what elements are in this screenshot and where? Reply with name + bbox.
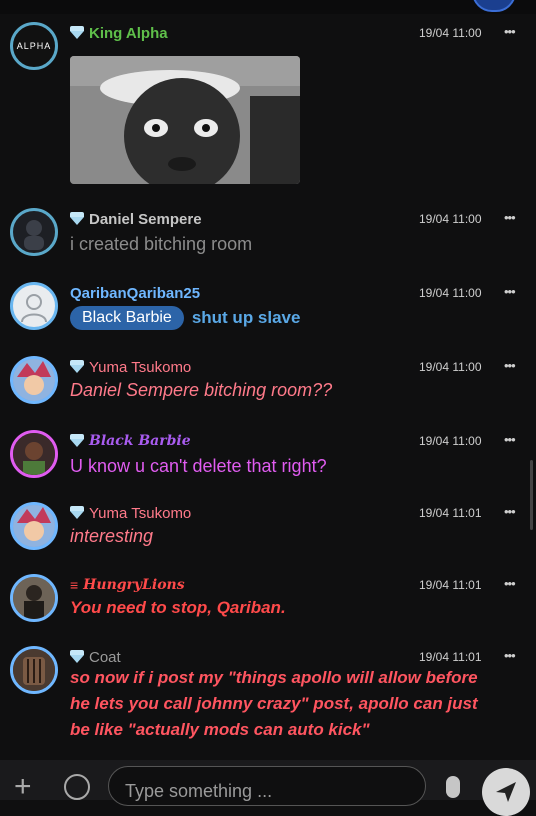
timestamp: 19/04 11:00	[419, 286, 482, 300]
avatar-image	[13, 359, 55, 401]
message-menu-icon[interactable]: •••	[504, 648, 516, 663]
send-button[interactable]	[482, 768, 530, 816]
avatar[interactable]	[10, 574, 58, 622]
message-text-line: so now if i post my "things apollo will …	[70, 668, 478, 687]
avatar[interactable]	[10, 430, 58, 478]
chat-message: ≡ HungryLions 19/04 11:01 ••• You need t…	[0, 574, 520, 634]
scrollbar-thumb[interactable]	[530, 460, 533, 530]
username[interactable]: Daniel Sempere	[89, 211, 202, 228]
image-content	[70, 56, 300, 184]
chat-message: Black Barbie 19/04 11:00 ••• U know u ca…	[0, 430, 520, 490]
timestamp: 19/04 11:00	[419, 212, 482, 226]
chat-message: Yuma Tsukomo 19/04 11:01 ••• interesting	[0, 502, 520, 562]
message-menu-icon[interactable]: •••	[504, 504, 516, 519]
message-menu-icon[interactable]: •••	[504, 24, 516, 39]
top-bar	[0, 0, 536, 14]
username[interactable]: Yuma Tsukomo	[89, 505, 191, 522]
chat-message: Yuma Tsukomo 19/04 11:00 ••• Daniel Semp…	[0, 356, 520, 416]
avatar[interactable]	[10, 646, 58, 694]
message-input[interactable]: Type something ...	[108, 766, 426, 806]
message-text-line: he lets you call johnny crazy" post, apo…	[70, 694, 478, 713]
message-menu-icon[interactable]: •••	[504, 284, 516, 299]
emoji-icon[interactable]	[64, 774, 90, 800]
avatar-image	[13, 649, 55, 691]
avatar[interactable]	[10, 502, 58, 550]
diamond-icon	[70, 506, 84, 519]
avatar-text: ALPHA	[16, 41, 52, 51]
chat-message: Daniel Sempere 19/04 11:00 ••• i created…	[0, 208, 520, 268]
microphone-icon[interactable]	[446, 776, 460, 798]
rank-bars-icon: ≡	[70, 577, 79, 593]
chat-message: QaribanQariban25 19/04 11:00 ••• Black B…	[0, 282, 520, 342]
message-text: i created bitching room	[70, 234, 253, 254]
timestamp: 19/04 11:01	[419, 650, 482, 664]
add-attachment-icon[interactable]: +	[14, 772, 32, 802]
timestamp: 19/04 11:01	[419, 506, 482, 520]
chat-feed: ALPHA King Alpha 19/04 11:00 ••• Daniel …	[0, 14, 520, 758]
message-text: You need to stop, Qariban.	[70, 598, 286, 617]
diamond-icon	[70, 360, 84, 373]
message-menu-icon[interactable]: •••	[504, 576, 516, 591]
avatar[interactable]	[10, 282, 58, 330]
username[interactable]: Yuma Tsukomo	[89, 359, 191, 376]
send-icon	[496, 782, 516, 802]
avatar[interactable]	[10, 356, 58, 404]
message-text: Daniel Sempere bitching room??	[70, 380, 333, 400]
avatar-image	[13, 433, 55, 475]
message-menu-icon[interactable]: •••	[504, 432, 516, 447]
username[interactable]: HungryLions	[83, 577, 184, 593]
chat-message: Coat 19/04 11:01 ••• so now if i post my…	[0, 646, 520, 758]
timestamp: 19/04 11:00	[419, 26, 482, 40]
message-text: interesting	[70, 526, 154, 546]
username[interactable]: King Alpha	[89, 25, 168, 42]
avatar[interactable]	[10, 208, 58, 256]
message-menu-icon[interactable]: •••	[504, 210, 516, 225]
message-menu-icon[interactable]: •••	[504, 358, 516, 373]
avatar-image	[13, 505, 55, 547]
message-text-line: be like "actually mods can auto kick"	[70, 720, 370, 739]
diamond-icon	[70, 212, 84, 225]
message-text: shut up slave	[191, 308, 301, 327]
chat-message: ALPHA King Alpha 19/04 11:00 •••	[0, 22, 520, 192]
timestamp: 19/04 11:00	[419, 434, 482, 448]
diamond-icon	[70, 650, 84, 663]
avatar-image	[24, 220, 44, 250]
user-avatar[interactable]	[472, 0, 516, 12]
avatar[interactable]: ALPHA	[10, 22, 58, 70]
avatar-image	[13, 577, 55, 619]
mention-chip[interactable]: Black Barbie	[70, 306, 184, 330]
diamond-icon	[70, 26, 84, 39]
message-text: U know u can't delete that right?	[70, 456, 327, 476]
diamond-icon	[70, 434, 84, 447]
timestamp: 19/04 11:00	[419, 360, 482, 374]
image-attachment[interactable]	[70, 56, 300, 184]
default-user-icon	[21, 294, 47, 322]
username[interactable]: Coat	[89, 649, 121, 666]
username[interactable]: Black Barbie	[89, 433, 191, 449]
composer-bar: + Type something ...	[0, 760, 536, 816]
username[interactable]: QaribanQariban25	[70, 285, 200, 302]
timestamp: 19/04 11:01	[419, 578, 482, 592]
